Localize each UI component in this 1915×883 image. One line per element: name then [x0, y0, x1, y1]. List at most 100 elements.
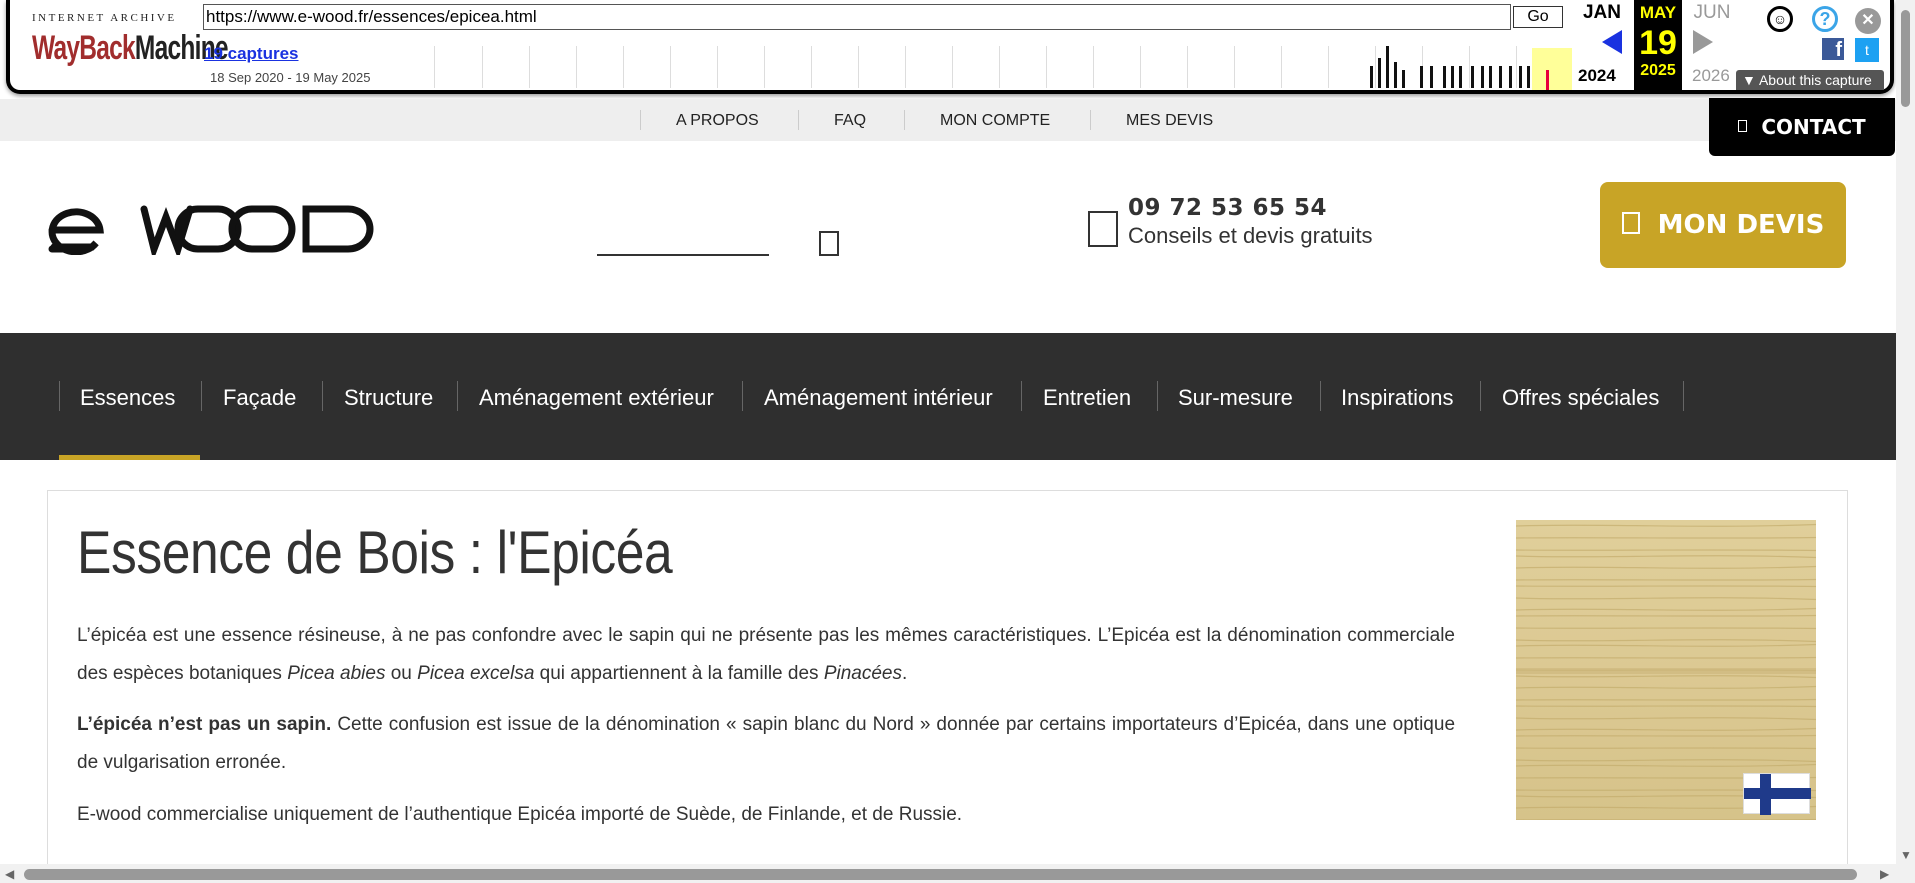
ewood-logo[interactable]: [48, 205, 376, 255]
day-current: 19: [1639, 24, 1677, 62]
nav-item-entretien[interactable]: Entretien: [1043, 385, 1131, 411]
nav-separator: [1021, 381, 1022, 411]
wayback-go-button[interactable]: Go: [1513, 6, 1563, 28]
finland-flag-icon: [1743, 773, 1811, 815]
species-name: Picea abies: [287, 663, 386, 684]
sparkline-gridline: [1516, 46, 1517, 88]
nav-separator: [322, 381, 323, 411]
year-next: 2026: [1692, 66, 1730, 85]
sparkline-tick: [1451, 66, 1454, 88]
link-mes-devis[interactable]: MES DEVIS: [1126, 112, 1213, 130]
sparkline-tick: [1481, 66, 1484, 88]
sparkline-gridline: [623, 46, 624, 88]
nav-item-essences[interactable]: Essences: [80, 385, 175, 411]
vertical-scrollbar[interactable]: [1896, 0, 1915, 883]
sparkline-gridline: [1328, 46, 1329, 88]
sparkline-gridline: [1046, 46, 1047, 88]
search-icon[interactable]: [819, 231, 839, 256]
nav-separator: [1320, 381, 1321, 411]
species-name: Picea excelsa: [417, 663, 535, 684]
nav-item-offres-speciales[interactable]: Offres spéciales: [1502, 385, 1659, 411]
nav-item-sur-mesure[interactable]: Sur-mesure: [1178, 385, 1293, 411]
p1-text: qui appartiennent à la famille des: [534, 663, 824, 684]
contact-button[interactable]: CONTACT: [1709, 98, 1895, 156]
sparkline-gridline: [1093, 46, 1094, 88]
sparkline-tick: [1527, 66, 1530, 88]
prev-capture-arrow-icon[interactable]: [1602, 30, 1622, 54]
nav-item-amenagement-exterieur[interactable]: Aménagement extérieur: [479, 385, 714, 411]
sparkline-gridline: [1234, 46, 1235, 88]
wayback-logo[interactable]: WayBackMachine: [32, 28, 229, 68]
sapin-paragraph: L’épicéa n’est pas un sapin. Cette confu…: [77, 706, 1455, 782]
family-name: Pinacées: [823, 663, 902, 684]
month-current: MAY 19 2025: [1634, 0, 1682, 90]
sparkline-tick: [1394, 62, 1397, 88]
sparkline-tick: [1519, 66, 1522, 88]
nav-active-indicator: [59, 455, 200, 460]
link-a-propos[interactable]: A PROPOS: [676, 112, 759, 130]
sparkline-gridline: [482, 46, 483, 88]
year-prev[interactable]: 2024: [1578, 66, 1616, 86]
wayback-logo-caption: INTERNET ARCHIVE: [32, 12, 177, 24]
cart-icon: [1621, 211, 1640, 234]
close-icon[interactable]: ✕: [1855, 8, 1881, 34]
nav-item-facade[interactable]: Façade: [223, 385, 296, 411]
sparkline-tick: [1489, 66, 1492, 88]
nav-separator: [59, 381, 60, 411]
utility-separator: [904, 110, 905, 130]
sparkline-tick: [1420, 66, 1423, 88]
sparkline-gridline: [1281, 46, 1282, 88]
sparkline-gridline: [1187, 46, 1188, 88]
utility-separator: [1090, 110, 1091, 130]
p1-text: ou: [385, 663, 418, 684]
user-icon[interactable]: ☺: [1767, 6, 1793, 32]
facebook-icon[interactable]: f: [1822, 38, 1844, 61]
sparkline-tick: [1509, 66, 1512, 88]
nav-item-amenagement-interieur[interactable]: Aménagement intérieur: [764, 385, 993, 411]
twitter-icon[interactable]: t: [1855, 38, 1879, 62]
captures-link[interactable]: 19 captures: [204, 44, 299, 64]
contact-label: CONTACT: [1761, 115, 1866, 139]
sparkline-tick: [1386, 46, 1389, 88]
scroll-down-arrow-icon[interactable]: ▼: [1900, 848, 1912, 862]
page-title: Essence de Bois : l'Epicéa: [77, 519, 673, 586]
sparkline-tick: [1471, 66, 1474, 88]
capture-sparkline[interactable]: [434, 46, 1564, 88]
about-capture-button[interactable]: ▼ About this capture: [1736, 70, 1884, 90]
captures-range: 18 Sep 2020 - 19 May 2025: [210, 70, 371, 85]
sparkline-gridline: [764, 46, 765, 88]
mon-devis-button[interactable]: MON DEVIS: [1600, 182, 1846, 268]
sparkline-tick: [1402, 70, 1405, 88]
sparkline-tick: [1378, 58, 1381, 88]
scroll-right-arrow-icon[interactable]: ▶: [1880, 867, 1889, 881]
sparkline-gridline: [952, 46, 953, 88]
link-faq[interactable]: FAQ: [834, 112, 866, 130]
month-current-label: MAY: [1639, 3, 1677, 22]
nav-item-structure[interactable]: Structure: [344, 385, 433, 411]
sparkline-gridline: [999, 46, 1000, 88]
utility-bar: A PROPOS FAQ MON COMPTE MES DEVIS: [0, 99, 1896, 141]
wayback-url-input[interactable]: https://www.e-wood.fr/essences/epicea.ht…: [203, 4, 1511, 30]
nav-item-inspirations[interactable]: Inspirations: [1341, 385, 1454, 411]
link-mon-compte[interactable]: MON COMPTE: [940, 112, 1050, 130]
envelope-icon: [1738, 119, 1748, 132]
nav-separator: [201, 381, 202, 411]
utility-separator: [640, 110, 641, 130]
sparkline-tick: [1499, 66, 1502, 88]
sparkline-gridline: [529, 46, 530, 88]
phone-number[interactable]: 09 72 53 65 54: [1128, 195, 1327, 221]
help-icon[interactable]: ?: [1812, 6, 1838, 32]
vertical-scroll-thumb[interactable]: [1901, 10, 1910, 107]
sparkline-gridline: [905, 46, 906, 88]
scroll-left-arrow-icon[interactable]: ◀: [5, 867, 14, 881]
sparkline-gridline: [1375, 46, 1376, 88]
nav-separator: [457, 381, 458, 411]
sparkline-current-tick: [1546, 70, 1549, 90]
nav-separator: [1480, 381, 1481, 411]
p1-text: .: [901, 663, 908, 684]
search-input[interactable]: [597, 254, 769, 256]
horizontal-scroll-thumb[interactable]: [24, 869, 1857, 880]
month-prev[interactable]: JAN: [1572, 2, 1632, 24]
nav-separator: [742, 381, 743, 411]
mon-devis-label: MON DEVIS: [1657, 210, 1825, 240]
